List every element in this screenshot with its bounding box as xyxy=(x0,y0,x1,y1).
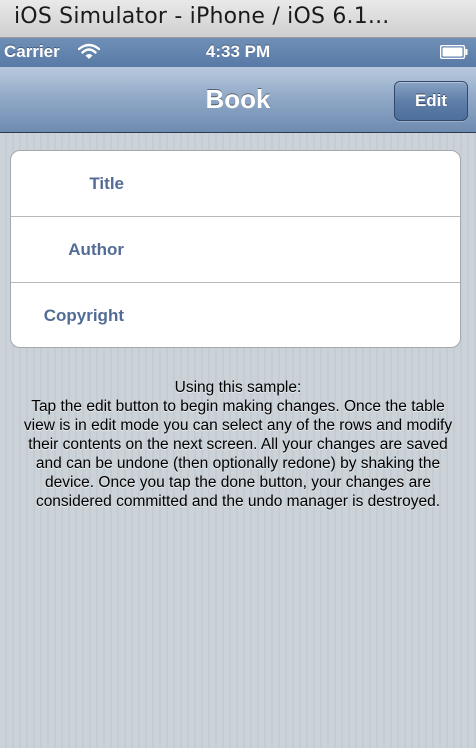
instructions-line: view is in edit mode you can select any … xyxy=(23,417,453,434)
instructions-line: and can be undone (then optionally redon… xyxy=(35,455,441,472)
table-row-title[interactable]: Title xyxy=(11,151,460,217)
instructions-line: their contents on the next screen. All y… xyxy=(28,436,448,453)
table-row-copyright[interactable]: Copyright xyxy=(11,283,460,347)
status-bar: Carrier 4:33 PM xyxy=(0,38,476,67)
simulator-title-bar: iOS Simulator - iPhone / iOS 6.1... xyxy=(0,0,476,38)
table-row-author[interactable]: Author xyxy=(11,217,460,283)
battery-icon xyxy=(440,45,468,59)
book-details-table: Title Author Copyright xyxy=(10,150,461,348)
content-area: Title Author Copyright Using this sample… xyxy=(0,133,476,748)
instructions-heading: Using this sample: xyxy=(174,379,302,396)
edit-button[interactable]: Edit xyxy=(394,81,468,121)
status-time: 4:33 PM xyxy=(205,42,271,61)
instructions-line: device. Once you tap the done button, yo… xyxy=(44,474,432,491)
row-label-title: Title xyxy=(89,174,124,193)
window-title: iOS Simulator - iPhone / iOS 6.1... xyxy=(14,4,390,29)
instructions-line: Tap the edit button to begin making chan… xyxy=(31,398,445,415)
row-label-author: Author xyxy=(68,240,124,259)
navigation-bar: Book Edit xyxy=(0,67,476,133)
instructions-line: considered committed and the undo manage… xyxy=(35,493,441,510)
row-label-copyright: Copyright xyxy=(43,306,124,325)
instructions-text: Using this sample: Tap the edit button t… xyxy=(0,378,476,511)
